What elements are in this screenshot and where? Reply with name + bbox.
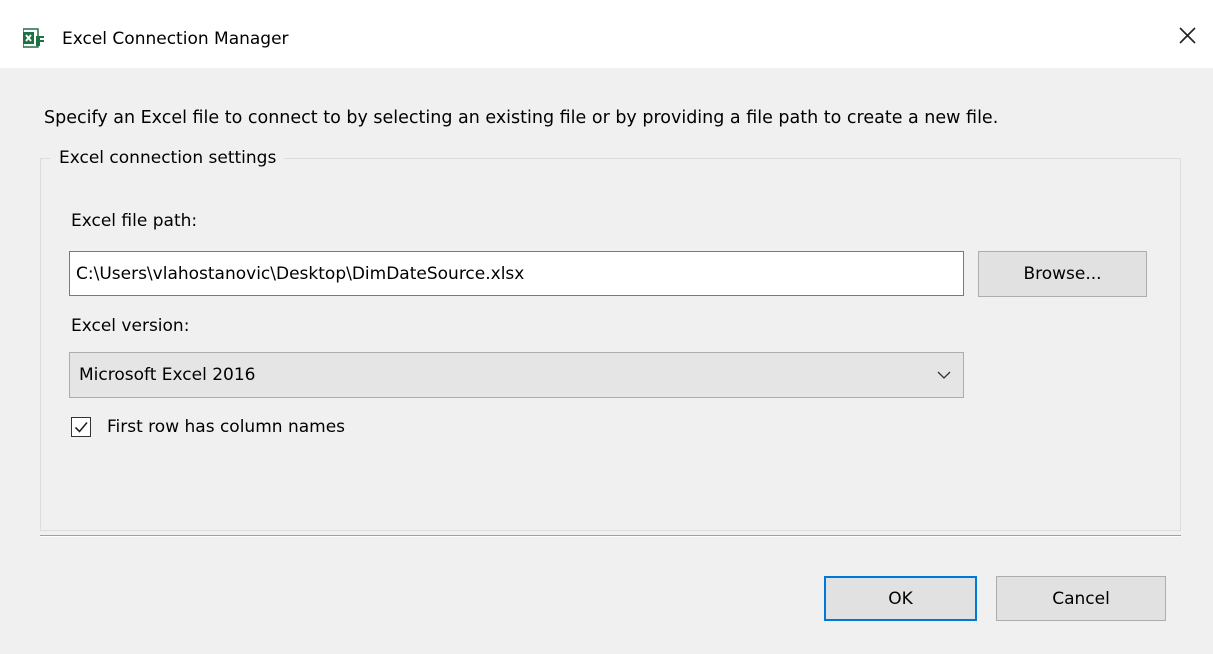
excel-icon xyxy=(22,27,45,49)
excel-version-select[interactable]: Microsoft Excel 2016 xyxy=(69,352,964,398)
ok-button[interactable]: OK xyxy=(824,576,977,621)
cancel-button[interactable]: Cancel xyxy=(996,576,1166,621)
dialog-window: Excel Connection Manager Specify an Exce… xyxy=(0,0,1213,654)
first-row-checkbox[interactable] xyxy=(71,417,91,437)
browse-button[interactable]: Browse... xyxy=(978,251,1147,297)
window-title: Excel Connection Manager xyxy=(62,29,289,49)
close-button[interactable] xyxy=(1168,18,1206,56)
title-bar[interactable]: Excel Connection Manager xyxy=(0,0,1213,68)
dialog-body: Specify an Excel file to connect to by s… xyxy=(0,68,1213,654)
group-legend: Excel connection settings xyxy=(50,146,285,170)
close-icon xyxy=(1179,27,1196,44)
excel-version-value: Microsoft Excel 2016 xyxy=(79,365,256,385)
chevron-down-icon xyxy=(936,367,952,383)
version-label: Excel version: xyxy=(71,316,190,336)
first-row-label[interactable]: First row has column names xyxy=(107,415,345,439)
file-path-input[interactable] xyxy=(69,251,964,296)
separator xyxy=(40,535,1181,537)
instructions-text: Specify an Excel file to connect to by s… xyxy=(44,108,999,128)
checkmark-icon xyxy=(74,421,88,433)
file-path-label: Excel file path: xyxy=(71,211,198,231)
connection-settings-group xyxy=(40,158,1181,531)
